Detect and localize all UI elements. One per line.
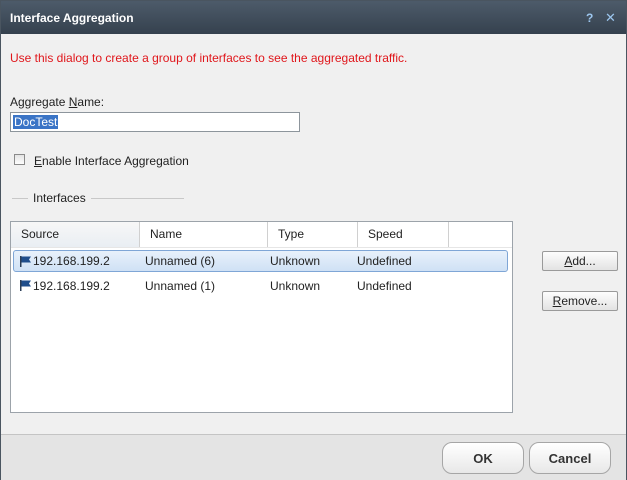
- label-text: ame:: [77, 95, 105, 109]
- cell-name: Unnamed (1): [145, 279, 216, 293]
- close-icon[interactable]: ✕: [605, 10, 616, 26]
- cell-type: Unknown: [270, 279, 321, 293]
- label-text: nable Interface Aggregation: [42, 154, 189, 168]
- cell-name: Unnamed (6): [145, 254, 216, 268]
- interface-aggregation-dialog: Interface Aggregation ? ✕ Use this dialo…: [0, 0, 627, 480]
- interfaces-group-label: Interfaces: [33, 191, 86, 205]
- label-mnemonic: E: [34, 154, 43, 168]
- column-header-speed[interactable]: Speed: [358, 222, 449, 247]
- table-row[interactable]: 192.168.199.2 Unnamed (1) Unknown Undefi…: [13, 276, 508, 298]
- table-row[interactable]: 192.168.199.2 Unnamed (6) Unknown Undefi…: [13, 250, 508, 272]
- table-header: Source Name Type Speed: [11, 222, 512, 248]
- cell-speed: Undefined: [357, 254, 412, 268]
- dialog-title: Interface Aggregation: [10, 11, 134, 25]
- intro-text: Use this dialog to create a group of int…: [10, 51, 408, 65]
- column-header-type[interactable]: Type: [268, 222, 358, 247]
- ok-button[interactable]: OK: [442, 442, 524, 474]
- dialog-footer: OK Cancel: [1, 434, 626, 480]
- cell-source: 192.168.199.2: [33, 254, 110, 268]
- column-header-name[interactable]: Name: [140, 222, 268, 247]
- button-mnemonic: R: [552, 294, 562, 308]
- group-divider: [91, 198, 184, 199]
- group-divider: [12, 198, 28, 199]
- button-label: emove...: [561, 294, 608, 308]
- enable-aggregation-label[interactable]: Enable Interface Aggregation: [34, 154, 189, 168]
- interfaces-table: Source Name Type Speed 192.168.199.2 Unn…: [10, 221, 513, 413]
- cell-type: Unknown: [270, 254, 321, 268]
- button-label: dd...: [572, 254, 596, 268]
- remove-button[interactable]: Remove...: [542, 291, 618, 311]
- column-header-source[interactable]: Source: [11, 222, 140, 247]
- title-bar[interactable]: Interface Aggregation ? ✕: [1, 1, 626, 34]
- label-text: Aggregate: [10, 95, 69, 109]
- aggregate-name-value: DocTest: [13, 115, 59, 129]
- cancel-button[interactable]: Cancel: [529, 442, 611, 474]
- cell-speed: Undefined: [357, 279, 412, 293]
- cell-source: 192.168.199.2: [33, 279, 110, 293]
- flag-icon: [20, 256, 31, 267]
- help-icon[interactable]: ?: [586, 11, 593, 25]
- column-header-filler: [449, 222, 512, 247]
- add-button[interactable]: Add...: [542, 251, 618, 271]
- enable-aggregation-checkbox[interactable]: [14, 154, 25, 165]
- flag-icon: [20, 280, 31, 291]
- aggregate-name-label: Aggregate Name:: [10, 95, 104, 109]
- aggregate-name-input[interactable]: DocTest: [10, 112, 300, 132]
